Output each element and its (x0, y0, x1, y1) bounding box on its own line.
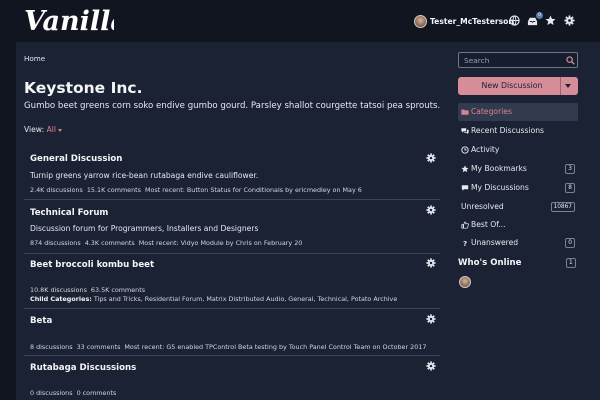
category-comments: 4.3K comments (84, 239, 135, 247)
search-icon[interactable] (566, 56, 575, 65)
svg-text:?: ? (463, 239, 467, 247)
category-recent[interactable]: Most recent: G5 enabled TPControl Beta t… (124, 343, 426, 351)
chevron-down-icon[interactable] (565, 84, 571, 88)
category-discussions: 874 discussions (30, 239, 81, 247)
globe-icon[interactable] (509, 15, 520, 26)
child-categories: Child Categories: Tips and Tricks, Resid… (30, 295, 397, 303)
count-badge: 8 (565, 183, 575, 193)
new-discussion-button[interactable]: New Discussion (458, 77, 578, 95)
view-label: View: (24, 125, 45, 134)
gear-icon[interactable] (564, 15, 575, 26)
sidebar-item-label: Recent Discussions (471, 126, 544, 135)
gear-icon[interactable] (426, 205, 436, 215)
sidebar-item-best-of[interactable]: Best Of... (458, 216, 578, 234)
child-categories-label: Child Categories: (30, 295, 92, 303)
whos-online-count: 1 (566, 258, 576, 268)
new-discussion-label: New Discussion (481, 81, 543, 90)
category-title[interactable]: Beta (30, 316, 52, 326)
category-description: Turnip greens yarrow rice-bean rutabaga … (30, 171, 259, 180)
logo-text: Vanilla (24, 6, 114, 37)
page-description: Gumbo beet greens corn soko endive gumbo… (24, 101, 441, 111)
gear-icon[interactable] (426, 361, 436, 371)
page-title: Keystone Inc. (24, 79, 143, 97)
sidebar-item-recent-discussions[interactable]: Recent Discussions (458, 122, 578, 140)
category-meta: 8 discussions 33 comments Most recent: G5 … (30, 343, 430, 351)
category-description: Discussion forum for Programmers, Instal… (30, 224, 259, 233)
category-discussions: 8 discussions (30, 343, 73, 351)
category-title[interactable]: Beet broccoli kombu beet (30, 260, 154, 270)
sidebar-item-my-discussions[interactable]: My Discussions 8 (458, 179, 578, 197)
notification-badge: 0 (536, 12, 543, 19)
category-meta: 2.4K discussions 15.1K comments Most recen… (30, 186, 366, 194)
category-comments: 33 comments (76, 343, 121, 351)
comment-icon (461, 185, 469, 191)
category-row: Rutabaga Discussions 0 discussions 0 comm… (24, 356, 440, 400)
category-row: General Discussion Turnip greens yarrow … (24, 146, 440, 200)
sidebar-item-label: Unanswered (471, 238, 519, 247)
category-row: Beet broccoli kombu beet 10.8K discussio… (24, 254, 440, 309)
folder-icon (461, 109, 469, 115)
search-input[interactable]: Search (458, 52, 578, 68)
whos-online-title: Who's Online (458, 258, 522, 268)
category-recent[interactable]: Most recent: Vidyo Module by Chris on Fe… (139, 239, 303, 247)
category-discussions: 0 discussions (30, 389, 73, 397)
category-recent[interactable]: Most recent: Button Status for Condition… (145, 186, 362, 194)
child-categories-list[interactable]: Tips and Tricks, Residential Forum, Matr… (94, 295, 397, 303)
discussions-icon (461, 128, 469, 135)
category-row: Beta 8 discussions 33 comments Most recent… (24, 309, 440, 356)
thumbs-up-icon (461, 221, 469, 229)
user-menu[interactable]: Tester_McTesterson (414, 13, 514, 29)
sidebar-item-label: Best Of... (471, 220, 506, 229)
gear-icon[interactable] (426, 314, 436, 324)
online-user-avatar[interactable] (459, 276, 471, 288)
count-badge: 0 (565, 238, 575, 248)
category-title[interactable]: Rutabaga Discussions (30, 363, 136, 373)
category-meta: 10.8K discussions 63.5K comments (30, 286, 149, 294)
category-meta: 874 discussions 4.3K comments Most recent:… (30, 239, 306, 247)
count-badge: 3 (565, 164, 575, 174)
category-comments: 63.5K comments (90, 286, 146, 294)
search-placeholder: Search (464, 56, 490, 65)
category-title[interactable]: General Discussion (30, 154, 122, 164)
activity-icon (461, 146, 469, 154)
category-comments: 15.1K comments (86, 186, 141, 194)
sidebar-item-unanswered[interactable]: ? Unanswered 0 (458, 234, 578, 252)
username[interactable]: Tester_McTesterson (430, 17, 514, 26)
category-meta: 0 discussions 0 comments (30, 389, 120, 397)
category-discussions: 2.4K discussions (30, 186, 83, 194)
sidebar-item-unresolved[interactable]: Unresolved 10867 (458, 198, 578, 216)
star-icon[interactable] (545, 15, 556, 26)
sidebar-item-label: My Discussions (471, 183, 529, 192)
top-bar: Vanilla Tester_McTesterson 0 (0, 0, 600, 42)
button-divider (560, 77, 561, 95)
sidebar-item-categories[interactable]: Categories (458, 103, 578, 121)
sidebar-item-label: Activity (471, 145, 500, 154)
category-row: Technical Forum Discussion forum for Pro… (24, 200, 440, 254)
star-icon (461, 165, 469, 173)
view-filter[interactable]: View: All (24, 125, 63, 134)
breadcrumb-home[interactable]: Home (24, 54, 45, 63)
sidebar-item-my-bookmarks[interactable]: My Bookmarks 3 (458, 160, 578, 178)
count-badge: 10867 (550, 202, 575, 212)
sidebar-item-label: My Bookmarks (471, 164, 527, 173)
gear-icon[interactable] (426, 153, 436, 163)
user-avatar[interactable] (414, 14, 427, 28)
gear-icon[interactable] (426, 258, 436, 268)
vanilla-logo[interactable]: Vanilla (22, 5, 114, 37)
sidebar-item-label: Categories (471, 107, 512, 116)
category-comments: 0 comments (76, 389, 117, 397)
chevron-down-icon[interactable] (58, 128, 63, 132)
question-icon: ? (463, 239, 467, 247)
view-value[interactable]: All (47, 125, 56, 134)
sidebar-item-label: Unresolved (461, 202, 504, 211)
category-title[interactable]: Technical Forum (30, 208, 108, 218)
category-discussions: 10.8K discussions (30, 286, 87, 294)
sidebar-item-activity[interactable]: Activity (458, 141, 578, 159)
